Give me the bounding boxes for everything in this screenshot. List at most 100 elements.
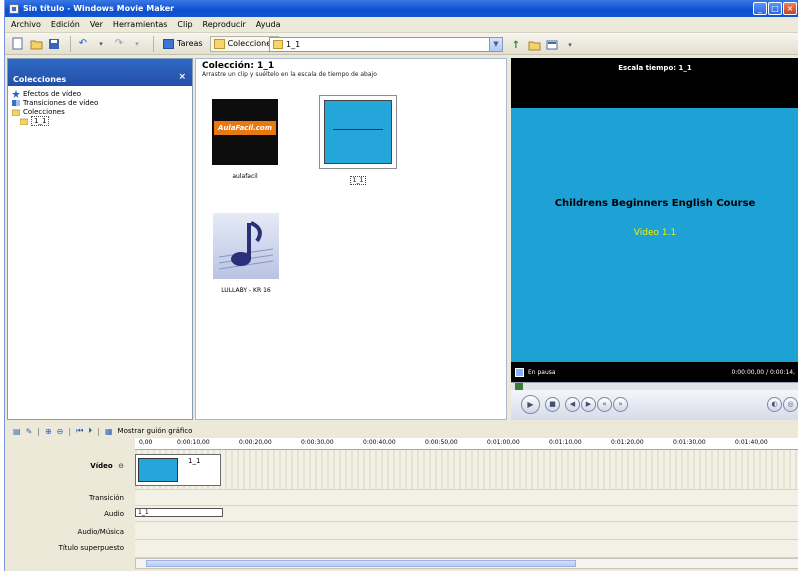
- menu-ayuda[interactable]: Ayuda: [256, 20, 281, 29]
- maximize-button[interactable]: □: [768, 2, 782, 15]
- toolbar-separator: |: [68, 426, 72, 436]
- clip-thumbnail-text-line: [333, 129, 383, 130]
- collection-select[interactable]: 1_1 ▼: [269, 37, 503, 52]
- ruler-tick-label: 0:01:20,00: [611, 439, 644, 446]
- chevron-down-icon[interactable]: ▼: [489, 38, 502, 51]
- scrollbar-thumb[interactable]: [146, 560, 576, 567]
- up-level-icon[interactable]: ↑: [509, 38, 523, 52]
- next-frame-button[interactable]: ▶: [581, 397, 596, 412]
- clip-thumbnail: [319, 95, 397, 169]
- title-overlay-track[interactable]: [135, 540, 798, 558]
- collections-panel: Colecciones × Efectos de vídeo Transicio…: [7, 58, 193, 420]
- redo-icon[interactable]: ↷: [112, 37, 126, 51]
- folder-icon: [273, 40, 283, 49]
- preview-state-icon: [515, 367, 524, 377]
- next-clip-button[interactable]: »: [613, 397, 628, 412]
- play-timeline-icon[interactable]: ⏵: [88, 426, 92, 436]
- show-storyboard-button[interactable]: Mostrar guión gráfico: [118, 427, 193, 435]
- collection-select-value: 1_1: [286, 40, 301, 49]
- menu-bar: Archivo Edición Ver Herramientas Clip Re…: [5, 17, 798, 33]
- track-label-video[interactable]: Vídeo ⊖: [5, 462, 132, 470]
- undo-dropdown-icon[interactable]: ▾: [94, 37, 108, 51]
- folder-icon: [20, 118, 28, 125]
- previous-clip-button[interactable]: «: [597, 397, 612, 412]
- toolbar-separator: |: [37, 426, 40, 436]
- save-icon[interactable]: [47, 37, 61, 51]
- ruler-tick-label: 0:01:40,00: [735, 439, 768, 446]
- collections-icon: [213, 38, 225, 49]
- preview-status-bar: En pausa 0:00:00,00 / 0:00:14,: [511, 362, 798, 382]
- preview-screen: Childrens Beginners English Course Video…: [511, 108, 798, 362]
- undo-icon[interactable]: ↶: [76, 37, 90, 51]
- split-clip-button[interactable]: ◐: [767, 397, 782, 412]
- ruler-tick-label: 0:01:00,00: [487, 439, 520, 446]
- snapshot-button[interactable]: ◎: [783, 397, 798, 412]
- collection-hint: Arrastre un clip y suéltelo en la escala…: [202, 71, 377, 78]
- clip-label: LULLABY - KR 16: [221, 287, 271, 294]
- track-label-text: Vídeo: [90, 462, 113, 470]
- tasks-button[interactable]: Tareas: [159, 36, 207, 52]
- minimize-button[interactable]: _: [753, 2, 767, 15]
- rewind-timeline-icon[interactable]: ⏮: [76, 426, 83, 436]
- stop-button[interactable]: ■: [545, 397, 560, 412]
- zoom-out-icon[interactable]: ⊖: [57, 427, 64, 436]
- tree-item-video-transitions[interactable]: Transiciones de vídeo: [8, 98, 192, 107]
- expand-track-icon[interactable]: ⊖: [118, 462, 124, 470]
- narrate-timeline-icon[interactable]: ▤: [13, 427, 21, 436]
- preview-title: Escala tiempo: 1_1: [618, 64, 692, 72]
- seek-thumb[interactable]: [515, 383, 523, 390]
- timeline-ruler[interactable]: 0,00 0:00:10,00 0:00:20,00 0:00:30,00 0:…: [135, 438, 798, 450]
- clip-1-1[interactable]: 1_1: [318, 95, 398, 185]
- toolbar-separator: |: [97, 426, 100, 436]
- audio-music-track[interactable]: [135, 522, 798, 540]
- views-dropdown-icon[interactable]: ▾: [563, 38, 577, 52]
- timeline-tracks: 1_1 1_1: [135, 450, 798, 558]
- audio-track[interactable]: [135, 506, 798, 522]
- collections-panel-header: Colecciones ×: [8, 59, 192, 86]
- ruler-tick-label: 0:00:40,00: [363, 439, 396, 446]
- seek-bar[interactable]: [511, 382, 798, 390]
- tasks-icon: [163, 38, 174, 49]
- menu-archivo[interactable]: Archivo: [11, 20, 41, 29]
- timeline-audio-label: 1_1: [138, 509, 149, 516]
- timeline-toolbar: ▤ ✎ | ⊕ ⊖ | ⏮ ⏵ | ▦ Mostrar guión gráfic…: [5, 424, 798, 438]
- play-button[interactable]: ▶: [521, 395, 540, 414]
- preview-monitor: Escala tiempo: 1_1 Childrens Beginners E…: [511, 58, 798, 420]
- menu-edicion[interactable]: Edición: [51, 20, 80, 29]
- zoom-in-icon[interactable]: ⊕: [45, 427, 52, 436]
- views-icon[interactable]: [545, 38, 559, 52]
- menu-ver[interactable]: Ver: [90, 20, 103, 29]
- tree-item-video-effects[interactable]: Efectos de vídeo: [8, 89, 192, 98]
- menu-herramientas[interactable]: Herramientas: [113, 20, 168, 29]
- collection-content-pane: Colección: 1_1 Arrastre un clip y suélte…: [195, 58, 507, 420]
- timeline-audio-clip[interactable]: 1_1: [135, 508, 223, 517]
- tree-item-label: Transiciones de vídeo: [23, 98, 99, 107]
- close-panel-icon[interactable]: ×: [178, 72, 186, 82]
- menu-reproducir[interactable]: Reproducir: [203, 20, 246, 29]
- clip-aulafacil[interactable]: AulaFacil.com aulafacil: [210, 99, 280, 180]
- video-track[interactable]: 1_1: [135, 450, 798, 490]
- ruler-tick-label: 0:00:30,00: [301, 439, 334, 446]
- new-project-icon[interactable]: [11, 37, 25, 51]
- open-project-icon[interactable]: [29, 37, 43, 51]
- close-button[interactable]: ×: [783, 2, 797, 15]
- clip-lullaby[interactable]: LULLABY - KR 16: [206, 213, 286, 294]
- timeline-video-clip[interactable]: 1_1: [135, 454, 221, 486]
- clip-label: aulafacil: [232, 173, 258, 180]
- app-icon: [9, 3, 19, 14]
- ruler-tick-label: 0:00:10,00: [177, 439, 210, 446]
- previous-frame-button[interactable]: ◀: [565, 397, 580, 412]
- movie-maker-window: Sin título - Windows Movie Maker _ □ × A…: [4, 0, 798, 571]
- microphone-icon[interactable]: ✎: [26, 427, 33, 436]
- clip-label: 1_1: [349, 176, 367, 185]
- collections-folder-icon: [12, 109, 20, 116]
- new-collection-folder-icon[interactable]: [527, 38, 541, 52]
- menu-clip[interactable]: Clip: [177, 20, 192, 29]
- track-label-audio: Audio: [104, 510, 124, 518]
- collections-panel-title: Colecciones: [13, 75, 67, 84]
- redo-dropdown-icon[interactable]: ▾: [130, 37, 144, 51]
- tree-item-collection-1-1[interactable]: 1_1: [8, 115, 192, 126]
- timeline-horizontal-scrollbar[interactable]: [135, 558, 798, 569]
- title-bar: Sin título - Windows Movie Maker: [5, 0, 798, 17]
- transition-track[interactable]: [135, 490, 798, 506]
